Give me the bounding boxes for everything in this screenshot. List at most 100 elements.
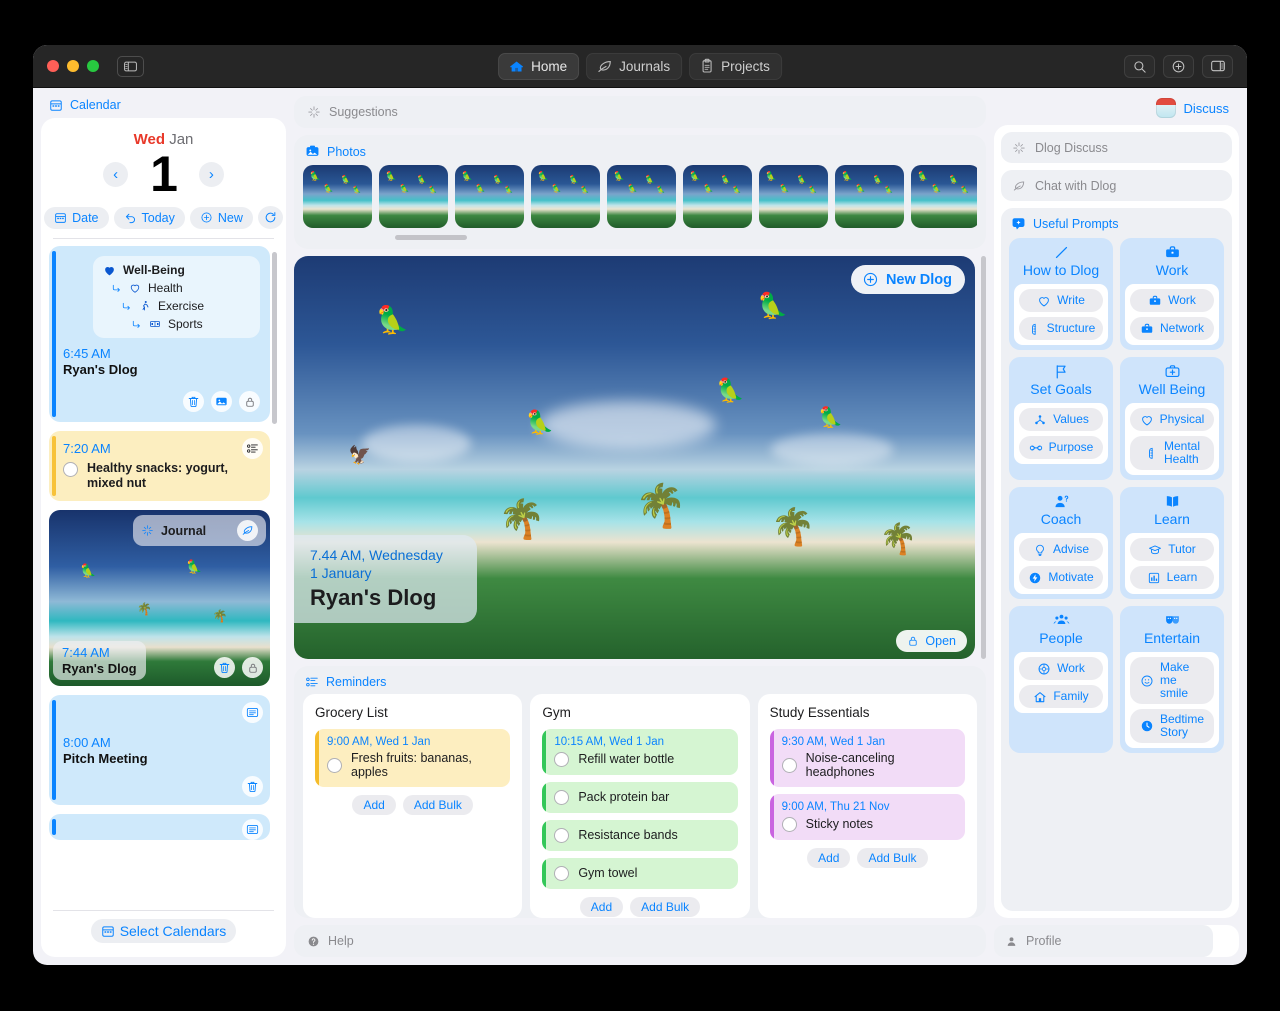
search-button[interactable] xyxy=(1124,54,1155,78)
minimize-button[interactable] xyxy=(67,60,79,72)
prompt-button-purpose[interactable]: Purpose xyxy=(1019,436,1103,459)
photo-thumbnail-strip[interactable]: 🦜🦜🦜🦜🦜🦜🦜🦜🦜🦜🦜🦜🦜🦜🦜🦜🦜🦜🦜🦜🦜🦜🦜🦜🦜🦜🦜🦜🦜🦜🦜🦜🦜🦜🦜🦜🦜🦜🦜🦜 xyxy=(303,165,977,228)
reminder-checkbox[interactable] xyxy=(781,817,797,832)
next-day-button[interactable]: › xyxy=(198,161,224,187)
tab-journals[interactable]: Journals xyxy=(586,52,683,80)
chip-health[interactable]: Health xyxy=(103,281,250,295)
prompt-card-entertain[interactable]: Entertain Make me smile Bedtime Story xyxy=(1120,606,1224,753)
add-button[interactable] xyxy=(1163,54,1194,78)
hero-dlog-card[interactable]: 🦜 🦜 🦜 🦜 🦜 🦅 🌴 🌴 🌴 🌴 New Dlog 7.44 AM, We… xyxy=(294,256,975,659)
open-dlog-button[interactable]: Open xyxy=(896,630,967,652)
date-button[interactable]: Date xyxy=(44,206,109,229)
reminder-checkbox[interactable] xyxy=(554,828,570,843)
reminder-checkbox[interactable] xyxy=(327,758,342,773)
prompt-button-work[interactable]: Work xyxy=(1019,657,1103,680)
today-button[interactable]: Today xyxy=(113,206,185,229)
reminders-button[interactable] xyxy=(242,438,263,459)
chip-sports[interactable]: Sports xyxy=(103,317,250,331)
discuss-header[interactable]: Discuss xyxy=(994,96,1239,118)
prompt-button-work[interactable]: Work xyxy=(1130,289,1214,312)
event-card-reminder[interactable]: 7:20 AM Healthy snacks: yogurt, mixed nu… xyxy=(49,431,270,501)
select-calendars-button[interactable]: Select Calendars xyxy=(90,919,237,943)
inspector-toggle-button[interactable] xyxy=(1202,54,1233,78)
reminder-checkbox[interactable] xyxy=(554,752,570,767)
prompt-card-set-goals[interactable]: Set Goals Values Purpose xyxy=(1009,357,1113,480)
reminder-item[interactable]: Resistance bands xyxy=(542,820,738,851)
reminder-checkbox[interactable] xyxy=(781,758,797,773)
reminder-item[interactable]: Gym towel xyxy=(542,858,738,889)
prompt-button-learn[interactable]: Learn xyxy=(1130,566,1214,589)
tab-projects[interactable]: Projects xyxy=(689,52,782,80)
prompt-button-tutor[interactable]: Tutor xyxy=(1130,538,1214,561)
add-reminder-button[interactable]: Add xyxy=(352,795,396,815)
reminder-item[interactable]: 9:30 AM, Wed 1 Jan Noise-canceling headph… xyxy=(769,729,965,787)
event-card-partial[interactable] xyxy=(49,814,270,840)
prompt-card-coach[interactable]: Coach Advise Motivate xyxy=(1009,487,1113,599)
reminder-checkbox[interactable] xyxy=(554,790,570,805)
photo-thumbnail[interactable]: 🦜 🦜 🦜 🦜 xyxy=(911,165,977,228)
event-photo-button[interactable] xyxy=(211,391,232,412)
photo-thumbnail[interactable]: 🦜 🦜 🦜 🦜 xyxy=(607,165,676,228)
prompt-button-physical[interactable]: Physical xyxy=(1130,408,1214,431)
prompt-button-structure[interactable]: Structure xyxy=(1019,317,1103,340)
prev-day-button[interactable]: ‹ xyxy=(103,161,129,187)
event-list-button[interactable] xyxy=(242,702,263,723)
prompt-button-values[interactable]: Values xyxy=(1019,408,1103,431)
help-bar[interactable]: Help xyxy=(294,925,986,957)
prompt-button-advise[interactable]: Advise xyxy=(1019,538,1103,561)
prompt-button-motivate[interactable]: Motivate xyxy=(1019,566,1103,589)
add-reminder-button[interactable]: Add xyxy=(579,897,624,917)
photo-thumbnail[interactable]: 🦜 🦜 🦜 🦜 xyxy=(835,165,904,228)
event-card-pitch-meeting[interactable]: 8:00 AM Pitch Meeting xyxy=(49,695,270,805)
dlog-discuss-button[interactable]: Dlog Discuss xyxy=(1001,132,1232,163)
event-list[interactable]: Well-Being Health Exercise Sports 6:45 A… xyxy=(49,246,278,901)
reminder-item[interactable]: 9:00 AM, Wed 1 Jan Fresh fruits: bananas,… xyxy=(315,729,511,787)
window-controls[interactable] xyxy=(47,60,99,72)
journal-leaf-button[interactable] xyxy=(237,520,258,541)
event-card-well-being[interactable]: Well-Being Health Exercise Sports 6:45 A… xyxy=(49,246,270,422)
maximize-button[interactable] xyxy=(87,60,99,72)
prompt-button-mental-health[interactable]: Mental Health xyxy=(1130,436,1214,470)
reminder-item[interactable]: Pack protein bar xyxy=(542,782,738,813)
prompt-card-how-to-dlog[interactable]: How to Dlog Write Structure xyxy=(1009,238,1113,350)
prompt-card-well-being[interactable]: Well Being Physical Mental Health xyxy=(1120,357,1224,480)
prompt-button-bedtime-story[interactable]: Bedtime Story xyxy=(1130,709,1214,743)
delete-event-button[interactable] xyxy=(242,776,263,797)
prompt-card-work[interactable]: Work Work Network xyxy=(1120,238,1224,350)
delete-event-button[interactable] xyxy=(183,391,204,412)
photo-thumbnail[interactable]: 🦜 🦜 🦜 🦜 xyxy=(683,165,752,228)
event-card-journal[interactable]: 🦜 🦜 🌴 🌴 Journal 7:44 AM Ryan's Dlog xyxy=(49,510,270,686)
event-more-button[interactable] xyxy=(242,819,263,840)
photo-thumbnail[interactable]: 🦜 🦜 🦜 🦜 xyxy=(455,165,524,228)
event-lock-button[interactable] xyxy=(242,657,263,678)
prompt-button-family[interactable]: Family xyxy=(1019,685,1103,708)
reminder-item[interactable]: 10:15 AM, Wed 1 Jan Refill water bottle xyxy=(542,729,738,775)
task-row[interactable]: Healthy snacks: yogurt, mixed nut xyxy=(63,461,260,491)
chip-exercise[interactable]: Exercise xyxy=(103,299,250,313)
sidebar-toggle-button[interactable] xyxy=(117,55,144,77)
new-dlog-button[interactable]: New Dlog xyxy=(850,265,965,294)
photo-thumbnail[interactable]: 🦜 🦜 🦜 🦜 xyxy=(379,165,448,228)
photo-thumbnail[interactable]: 🦜 🦜 🦜 🦜 xyxy=(759,165,828,228)
add-bulk-reminder-button[interactable]: Add Bulk xyxy=(857,848,928,868)
chat-with-dlog-button[interactable]: Chat with Dlog xyxy=(1001,170,1232,201)
reminder-checkbox[interactable] xyxy=(554,866,570,881)
events-scrollbar[interactable] xyxy=(272,248,277,901)
tab-home[interactable]: Home xyxy=(498,52,580,80)
new-event-button[interactable]: New xyxy=(189,206,253,229)
event-lock-button[interactable] xyxy=(239,391,260,412)
main-scrollbar[interactable] xyxy=(981,256,986,659)
task-checkbox[interactable] xyxy=(63,462,78,477)
prompt-button-write[interactable]: Write xyxy=(1019,289,1103,312)
prompt-card-people[interactable]: People Work Family xyxy=(1009,606,1113,753)
photo-thumbnail[interactable]: 🦜 🦜 🦜 🦜 xyxy=(531,165,600,228)
prompt-card-learn[interactable]: Learn Tutor Learn xyxy=(1120,487,1224,599)
suggestions-bar[interactable]: Suggestions xyxy=(294,96,986,128)
reminder-item[interactable]: 9:00 AM, Thu 21 Nov Sticky notes xyxy=(769,794,965,840)
add-bulk-reminder-button[interactable]: Add Bulk xyxy=(402,795,473,815)
prompt-button-make-me-smile[interactable]: Make me smile xyxy=(1130,657,1214,704)
add-reminder-button[interactable]: Add xyxy=(807,848,851,868)
photos-scrollbar[interactable] xyxy=(395,235,467,240)
close-button[interactable] xyxy=(47,60,59,72)
prompt-button-network[interactable]: Network xyxy=(1130,317,1214,340)
